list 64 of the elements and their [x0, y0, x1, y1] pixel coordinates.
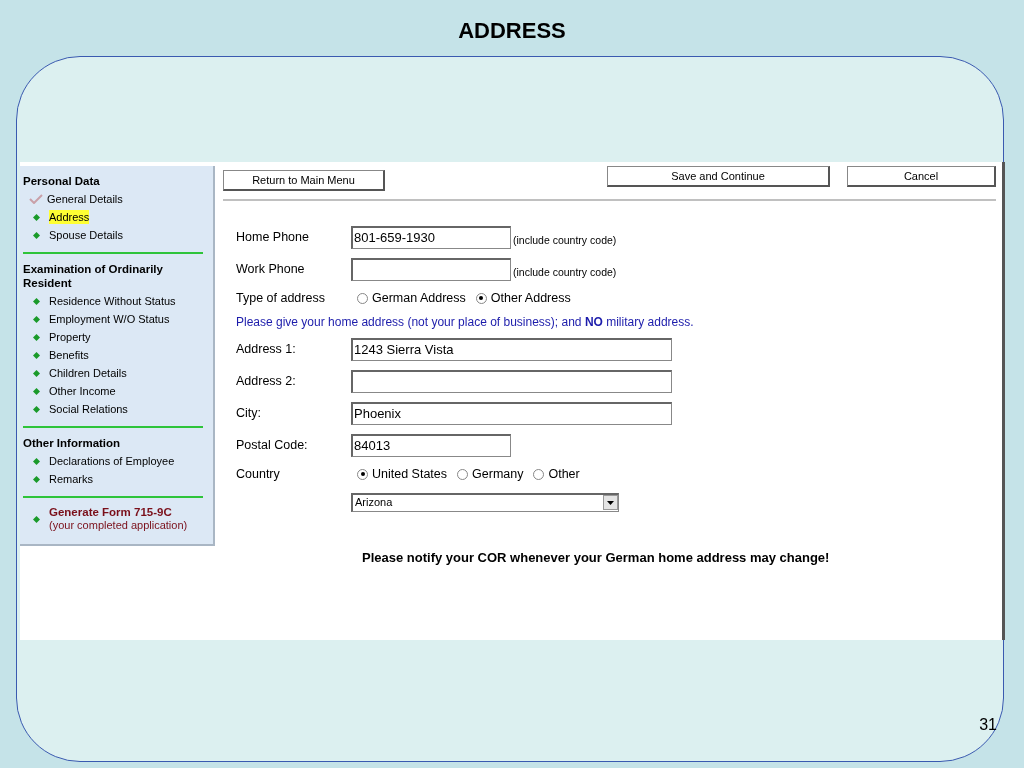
diamond-bullet-icon: [33, 351, 40, 359]
field-label: Home Phone: [236, 228, 310, 246]
radio-label: German Address: [372, 289, 466, 307]
slide-title: ADDRESS: [458, 20, 566, 42]
radio-button[interactable]: [533, 468, 545, 480]
sidebar-item[interactable]: General Details: [47, 192, 123, 206]
diamond-bullet-icon: [33, 515, 40, 523]
field-label: Country: [236, 465, 281, 483]
sidebar-item[interactable]: Declarations of Employee: [49, 454, 175, 468]
radio-label: Germany: [472, 465, 524, 483]
page-number: 31: [979, 715, 997, 735]
hint-text: (include country code): [513, 233, 617, 249]
sidebar-item[interactable]: Remarks: [49, 472, 93, 486]
sidebar-item[interactable]: Address: [49, 210, 90, 224]
diamond-bullet-icon: [33, 297, 40, 305]
diamond-bullet-icon: [33, 387, 40, 395]
check-icon: [29, 194, 43, 204]
radio-button[interactable]: [357, 292, 368, 304]
radio-button[interactable]: [357, 468, 368, 480]
field-label: Address 2:: [236, 372, 297, 390]
action-subtitle: (your completed application): [49, 519, 188, 532]
field-label: Work Phone: [236, 260, 306, 278]
text-field[interactable]: 1243 Sierra Vista: [351, 337, 672, 361]
diamond-bullet-icon: [33, 315, 40, 323]
diamond-bullet-icon: [33, 213, 40, 221]
sidebar-item[interactable]: Property: [49, 330, 91, 344]
field-label: City:: [236, 404, 262, 422]
text-field[interactable]: Phoenix: [351, 401, 672, 425]
diamond-bullet-icon: [33, 333, 40, 341]
state-dropdown[interactable]: Arizona: [351, 492, 619, 512]
field-label: Address 1:: [236, 340, 297, 358]
cancel-button[interactable]: Cancel: [847, 166, 996, 187]
diamond-bullet-icon: [33, 231, 40, 239]
diamond-bullet-icon: [33, 405, 40, 413]
notice-text: Please notify your COR whenever your German home address may change!: [362, 550, 830, 565]
radio-label: Other Address: [490, 289, 571, 307]
text-field[interactable]: [351, 257, 511, 281]
save-button[interactable]: Save and Continue: [607, 166, 830, 187]
section-heading: Other Information: [23, 436, 122, 450]
diamond-bullet-icon: [33, 369, 40, 377]
radio-button[interactable]: [457, 468, 469, 480]
sidebar-item[interactable]: Residence Without Status: [49, 294, 176, 308]
generate-form-link[interactable]: Generate Form 715-9C: [49, 506, 188, 519]
text-field[interactable]: 84013: [351, 433, 511, 457]
hint-text: (include country code): [513, 265, 617, 281]
instruction-text: Please give your home address (not your place of business); and NO military address.: [236, 314, 694, 331]
radio-label: United States: [372, 465, 448, 483]
text-field[interactable]: 801-659-1930: [351, 225, 511, 249]
field-label: Postal Code:: [236, 436, 309, 454]
text-field[interactable]: [351, 369, 672, 393]
sidebar-item[interactable]: Social Relations: [49, 402, 128, 416]
radio-label: Other: [548, 465, 580, 483]
radio-button[interactable]: [475, 292, 487, 304]
diamond-bullet-icon: [33, 457, 40, 465]
sidebar-item[interactable]: Other Income: [49, 384, 116, 398]
section-heading: Examination of Ordinarily Resident: [23, 262, 164, 290]
sidebar-item[interactable]: Employment W/O Status: [49, 312, 170, 326]
section-heading: Personal Data: [23, 174, 101, 188]
sidebar-item[interactable]: Benefits: [49, 348, 89, 362]
sidebar-item[interactable]: Children Details: [49, 366, 127, 380]
sidebar-item[interactable]: Spouse Details: [49, 228, 123, 242]
diamond-bullet-icon: [33, 475, 40, 483]
field-label: Type of address: [236, 289, 326, 307]
return-button[interactable]: Return to Main Menu: [223, 170, 385, 191]
